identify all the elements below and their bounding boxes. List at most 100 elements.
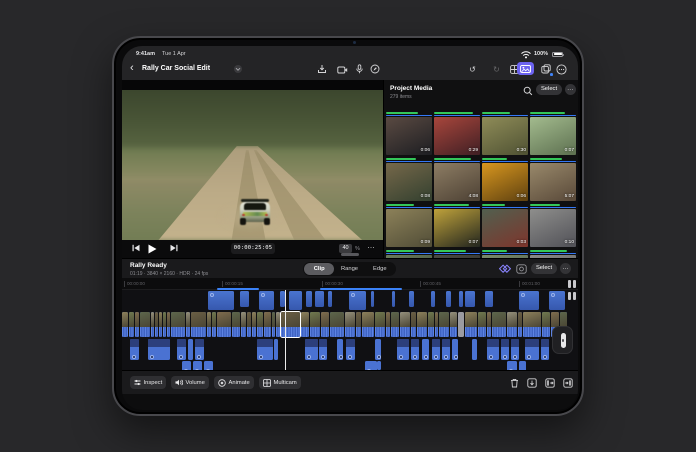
timeline-clip[interactable] xyxy=(272,312,275,337)
media-thumbnail[interactable] xyxy=(434,250,480,258)
timeline-clip[interactable] xyxy=(328,291,332,307)
volume-button[interactable]: Volume xyxy=(171,376,209,389)
media-browser-button[interactable] xyxy=(517,62,534,75)
microphone-icon[interactable] xyxy=(353,63,365,75)
timeline-clip[interactable] xyxy=(247,312,251,337)
viewer-more-icon[interactable]: … xyxy=(367,241,376,250)
media-thumbnail[interactable]: 0:29 xyxy=(434,112,480,155)
media-select-button[interactable]: Select xyxy=(536,84,562,95)
timeline-clip[interactable] xyxy=(159,312,162,337)
insert-clip-icon[interactable] xyxy=(544,377,556,389)
inspect-button[interactable]: Inspect xyxy=(130,376,166,389)
timeline-resize-handle[interactable] xyxy=(341,253,359,256)
more-options-icon[interactable] xyxy=(555,63,568,75)
timeline-clip[interactable] xyxy=(375,312,385,337)
timeline-clip[interactable] xyxy=(217,312,231,337)
timeline-clip[interactable] xyxy=(465,312,477,337)
timeline-clip[interactable] xyxy=(207,312,211,337)
animate-button[interactable]: Animate xyxy=(214,376,254,389)
redo-icon[interactable]: ↻ xyxy=(490,63,503,75)
timeline-clip[interactable] xyxy=(349,291,366,310)
mode-edge[interactable]: Edge xyxy=(365,263,395,275)
timeline-clip[interactable] xyxy=(507,361,517,370)
timeline-clip[interactable] xyxy=(306,291,312,307)
timeline-clip[interactable] xyxy=(507,312,517,337)
timeline-clip[interactable] xyxy=(148,339,170,360)
connect-clips-icon[interactable] xyxy=(498,263,511,275)
timeline-clip[interactable] xyxy=(276,312,280,337)
timeline-clip[interactable] xyxy=(492,312,506,337)
timeline-clip[interactable] xyxy=(501,339,509,360)
timeline-clip[interactable] xyxy=(305,339,318,360)
timeline-clip[interactable] xyxy=(193,361,202,370)
timeline-clip[interactable] xyxy=(129,312,134,337)
timeline-more-icon[interactable]: … xyxy=(560,263,571,274)
timeline-clip[interactable] xyxy=(319,339,327,360)
timeline-clip[interactable] xyxy=(330,312,344,337)
timeline-clip[interactable] xyxy=(435,312,438,337)
timeline-clip[interactable] xyxy=(130,339,139,360)
timeline-clip[interactable] xyxy=(432,339,440,360)
timeline-clip[interactable] xyxy=(171,312,185,337)
timeline-clip[interactable] xyxy=(346,339,355,360)
timeline-clip[interactable] xyxy=(392,291,395,307)
timeline-clip[interactable] xyxy=(177,339,186,360)
timeline-clip[interactable] xyxy=(518,312,522,337)
timeline-clip[interactable] xyxy=(345,312,355,337)
timeline-clip[interactable] xyxy=(257,312,263,337)
timeline-clip[interactable] xyxy=(465,291,475,307)
timeline-clip[interactable] xyxy=(472,339,477,360)
timeline-clip[interactable] xyxy=(301,312,309,337)
import-icon[interactable] xyxy=(316,63,328,75)
skip-back-icon[interactable] xyxy=(132,244,140,252)
timeline-jog-knob[interactable] xyxy=(552,326,573,354)
timeline-clip[interactable] xyxy=(365,361,377,370)
timeline-clip[interactable] xyxy=(140,312,150,337)
timeline-clip[interactable] xyxy=(411,339,419,360)
timeline-clip[interactable] xyxy=(519,291,539,310)
timeline-clip[interactable] xyxy=(252,312,256,337)
timeline-clip[interactable] xyxy=(163,312,166,337)
timeline-clip[interactable] xyxy=(259,291,274,310)
timeline-clip[interactable] xyxy=(417,312,427,337)
title-chevron-down-icon[interactable] xyxy=(234,65,242,73)
media-thumbnail[interactable] xyxy=(482,250,528,258)
timeline-clip[interactable] xyxy=(411,312,416,337)
viewer-zoom-value[interactable]: 40 xyxy=(339,244,352,253)
timeline-clip[interactable] xyxy=(511,339,519,360)
media-thumbnail[interactable]: 0:03 xyxy=(482,204,528,247)
camera-icon[interactable] xyxy=(336,63,348,75)
play-button[interactable] xyxy=(148,244,157,254)
skip-forward-icon[interactable] xyxy=(170,244,178,252)
replace-clip-icon[interactable] xyxy=(526,377,538,389)
timeline-clip[interactable] xyxy=(212,312,216,337)
timeline-clip[interactable] xyxy=(478,312,486,337)
timeline-clip[interactable] xyxy=(151,312,154,337)
overwrite-clip-icon[interactable] xyxy=(562,377,574,389)
timeline-clip[interactable] xyxy=(523,312,541,337)
media-thumbnail[interactable]: 0:10 xyxy=(530,204,576,247)
timeline-clip[interactable] xyxy=(195,339,204,360)
timeline-clip[interactable] xyxy=(167,312,170,337)
media-thumbnail[interactable]: 0:30 xyxy=(482,112,528,155)
media-thumbnail[interactable]: 0:07 xyxy=(530,112,576,155)
media-thumbnail[interactable]: 0:06 xyxy=(482,158,528,201)
timeline-clip[interactable] xyxy=(450,312,457,337)
timeline-clip[interactable] xyxy=(542,312,550,337)
media-thumbnail[interactable]: 0:08 xyxy=(386,158,432,201)
timeline-clip[interactable] xyxy=(241,312,246,337)
timeline-clip[interactable] xyxy=(541,339,549,360)
timeline-clip[interactable] xyxy=(289,291,302,310)
timeline-clip[interactable] xyxy=(310,312,320,337)
timeline-clip[interactable] xyxy=(135,312,139,337)
timeline-clip[interactable] xyxy=(386,312,390,337)
multicam-button[interactable]: Multicam xyxy=(259,376,301,389)
timeline-clip[interactable] xyxy=(391,312,399,337)
trash-icon[interactable] xyxy=(508,377,520,389)
timeline-clip[interactable] xyxy=(122,312,128,337)
timeline-clip[interactable] xyxy=(371,291,374,307)
timeline-clip[interactable] xyxy=(446,291,451,307)
timeline-clip[interactable] xyxy=(409,291,414,307)
timecode-display[interactable]: 00:00:25:05 xyxy=(231,243,275,254)
project-title[interactable]: Rally Car Social Edit xyxy=(142,65,210,72)
